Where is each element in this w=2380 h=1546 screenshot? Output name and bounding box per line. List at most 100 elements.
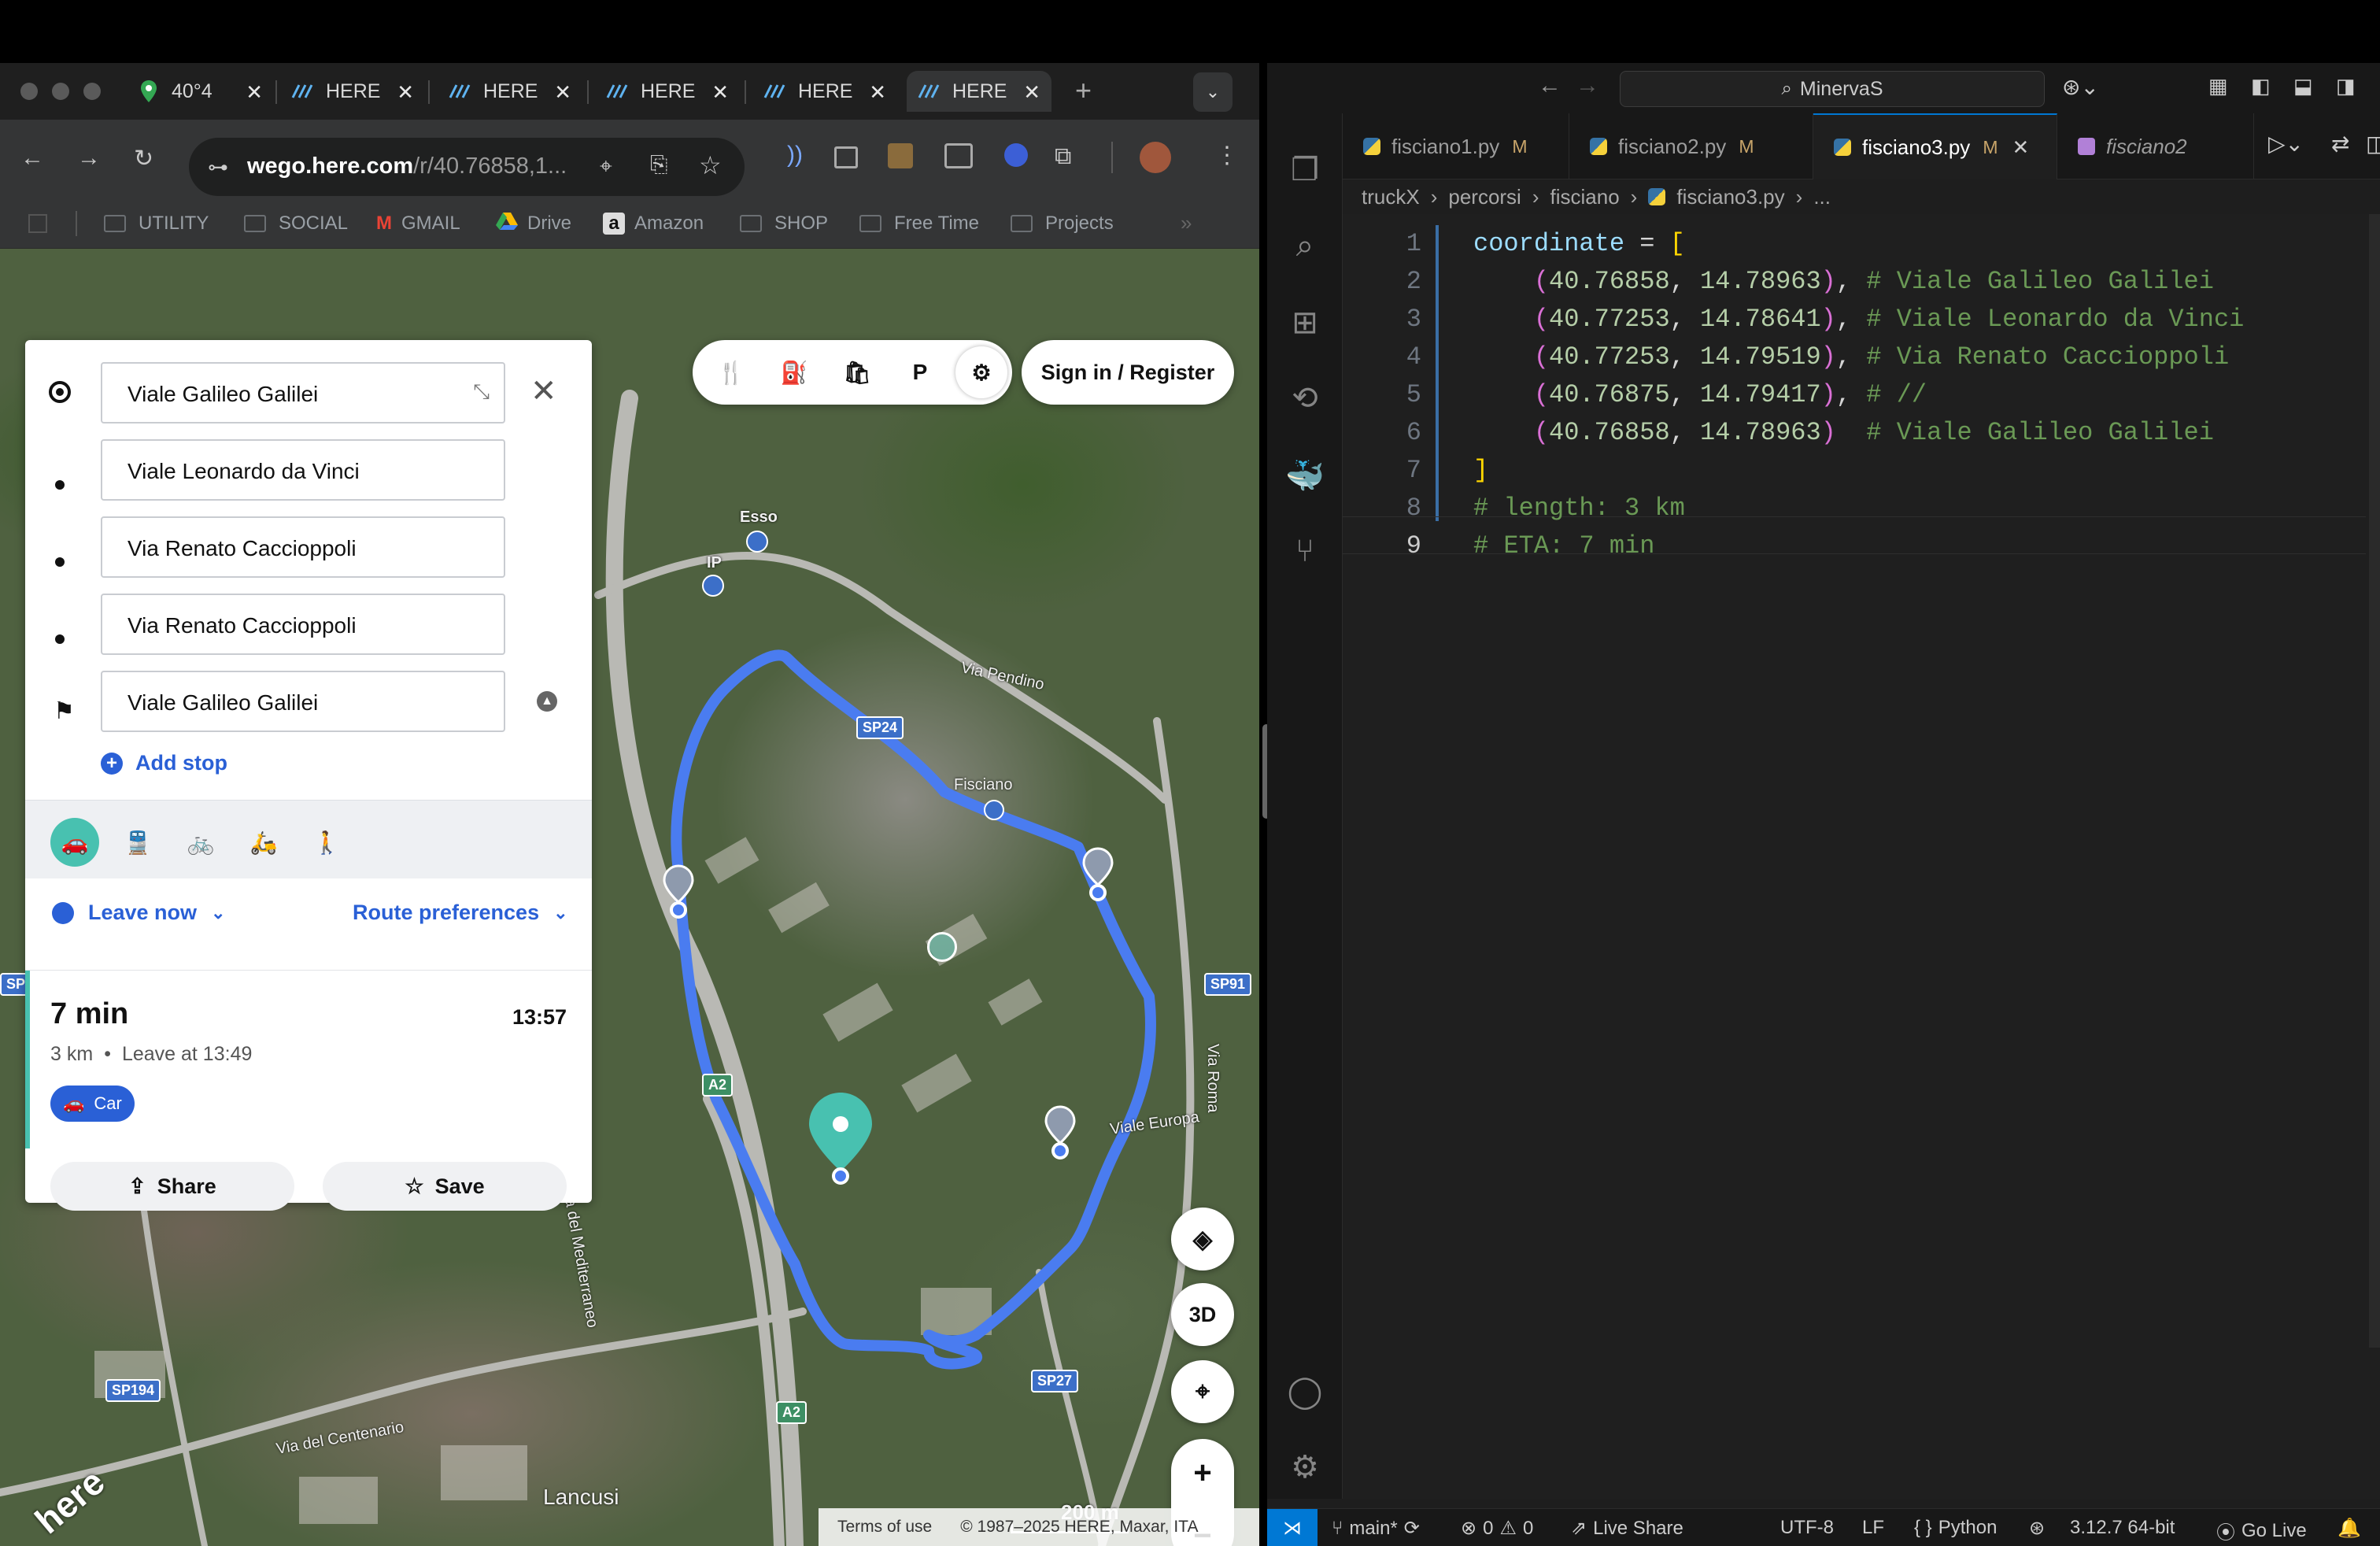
tab-here-3[interactable]: HERE ✕ [595,71,740,112]
search-icon[interactable]: ⌕ [1267,208,1343,283]
breadcrumb-item[interactable]: percorsi [1448,185,1521,209]
tab-maps[interactable]: 40°4 ✕ [126,71,274,112]
avatar[interactable] [1140,142,1171,173]
tab-here-1[interactable]: HERE ✕ [280,71,425,112]
bus-stop-icon[interactable] [984,800,1004,820]
locate-me-icon[interactable]: ⌖ [1171,1360,1234,1423]
close-tab-icon[interactable]: ✕ [869,80,886,105]
3d-toggle-button[interactable]: 3D [1171,1283,1234,1346]
bookmark-folder-social[interactable]: SOCIAL [244,209,348,238]
python-interpreter[interactable]: 3.12.7 64-bit [2070,1517,2175,1539]
explorer-files-icon[interactable]: ❐ [1267,132,1343,208]
shopping-bag-icon[interactable]: 🛍 [839,354,875,390]
reading-list-icon[interactable] [834,146,858,168]
destination-input[interactable]: Viale Galileo Galilei [101,671,505,732]
layers-icon[interactable]: ◈ [1171,1208,1234,1270]
code-line[interactable]: 9 # ETA: 7 min [1343,527,2380,565]
source-control-icon[interactable]: ⑂ [1267,513,1343,589]
code-line[interactable]: 7] [1343,452,2380,490]
scooter-mode-icon[interactable]: 🛵 [239,818,288,867]
bookmark-star-icon[interactable]: ☆ [699,150,722,180]
bookmark-folder-projects[interactable]: Projects [1011,209,1114,238]
code-line[interactable]: 5 (40.76875, 14.79417), # // [1343,376,2380,414]
window-close-button[interactable] [20,83,38,100]
sign-in-button[interactable]: Sign in / Register [1022,340,1234,405]
extension-wave-icon[interactable]: )) [787,142,803,168]
bookmark-folder-free-time[interactable]: Free Time [859,209,979,238]
close-tab-icon[interactable]: ✕ [2012,135,2029,160]
transit-mode-icon[interactable]: 🚆 [113,818,162,867]
add-stop-button[interactable]: + Add stop [101,751,227,775]
remote-explorer-icon[interactable]: ⟲ [1267,361,1343,436]
walk-mode-icon[interactable]: 🚶 [302,818,351,867]
stop-input[interactable]: Viale Leonardo da Vinci [101,439,505,501]
parking-icon[interactable]: P [902,354,938,390]
tab-fisciano1[interactable]: fisciano1.py M [1343,113,1569,179]
code-line[interactable]: 6 (40.76858, 14.78963) # Viale Galileo G… [1343,414,2380,452]
compare-changes-icon[interactable]: ⇄ [2331,131,2349,157]
close-tab-icon[interactable]: ✕ [397,80,414,105]
go-live-button[interactable]: ⦿ Go Live [2216,1517,2307,1544]
back-arrow-icon[interactable]: ← [1538,72,1561,99]
current-location-icon[interactable] [927,932,957,962]
site-info-icon[interactable]: ⊶ [208,155,228,179]
bookmark-folder-utility[interactable]: UTILITY [104,209,209,238]
fuel-icon[interactable]: ⛽ [776,354,812,390]
code-line[interactable]: 8 # length: 3 km [1343,490,2380,527]
bookmark-drive[interactable]: Drive [496,209,571,238]
leave-now-dropdown[interactable]: Leave now ⌄ [52,901,225,925]
extension-badge-icon[interactable] [1004,143,1028,167]
breadcrumb-item[interactable]: fisciano [1550,185,1620,209]
toggle-secondary-sidebar-icon[interactable]: ◨ [2336,74,2356,98]
breadcrumb-item[interactable]: truckX [1362,185,1420,209]
back-arrow-icon[interactable]: ← [20,145,44,172]
zoom-in-button[interactable]: + [1171,1445,1234,1500]
fuel-station-icon[interactable] [702,575,724,597]
settings-gear-icon[interactable]: ⚙ [955,346,1007,398]
extensions-puzzle-icon[interactable]: ⧉ [1055,143,1071,170]
tab-here-2[interactable]: HERE ✕ [438,71,582,112]
docker-icon[interactable]: 🐳 [1267,438,1343,513]
command-center-search[interactable]: ⌕ MinervaS [1620,71,2045,107]
window-minimize-button[interactable] [52,83,69,100]
copilot-icon[interactable]: ⊛⌄ [2062,74,2099,100]
car-mode-icon[interactable]: 🚗 [50,818,99,867]
encoding-indicator[interactable]: UTF-8 [1780,1517,1834,1539]
destination-marker[interactable] [808,1091,874,1189]
breadcrumb-item[interactable]: ... [1813,185,1831,209]
extensions-icon[interactable]: ⊞ [1267,285,1343,361]
toggle-panel-icon[interactable]: ⬓ [2293,74,2313,98]
close-tab-icon[interactable]: ✕ [554,80,571,105]
tab-fisciano3[interactable]: fisciano3.py M ✕ [1813,113,2057,179]
origin-input[interactable]: Viale Galileo Galilei ⤡ [101,362,505,423]
close-tab-icon[interactable]: ✕ [1023,80,1040,105]
url-text[interactable]: wego.here.com/r/40.76858,1... [247,153,567,179]
branch-indicator[interactable]: ⑂ main* ⟳ [1332,1517,1420,1540]
more-menu-icon[interactable]: ⋮ [1215,142,1239,169]
extension-window-icon[interactable] [944,143,973,168]
notifications-bell-icon[interactable]: 🔔 [2338,1517,2361,1540]
remote-indicator-icon[interactable]: ⋊ [1267,1509,1318,1546]
forward-arrow-icon[interactable]: → [77,145,101,172]
restaurant-icon[interactable]: 🍴 [713,354,749,390]
problems-indicator[interactable]: ⊗ 0 ⚠ 0 [1461,1517,1533,1540]
apps-grid-icon[interactable] [28,214,47,233]
map-canvas[interactable]: Esso IP SP24 Via Pendino Fisciano SP91 S… [0,249,1259,1546]
route-preferences-dropdown[interactable]: Route preferences ⌄ [353,901,568,925]
code-line[interactable]: 4 (40.77253, 14.79519), # Via Renato Cac… [1343,338,2380,376]
waypoint-marker[interactable] [663,864,694,923]
stop-input[interactable]: Via Renato Caccioppoli [101,594,505,655]
live-share-button[interactable]: ⇗ Live Share [1571,1517,1683,1540]
reload-icon[interactable]: ↻ [134,145,153,172]
cast-install-icon[interactable]: ⎘ [650,152,667,178]
bookmarks-overflow-icon[interactable]: » [1181,211,1192,235]
terms-of-use-link[interactable]: Terms of use [837,1518,932,1537]
close-tab-icon[interactable]: ✕ [711,80,729,105]
accounts-icon[interactable]: ◯ [1267,1354,1343,1429]
new-tab-icon[interactable]: + [1075,74,1092,107]
tab-fisciano2-preview[interactable]: fisciano2 [2057,113,2254,179]
swap-compress-icon[interactable]: ⤡ [473,379,490,405]
collapse-up-icon[interactable]: ▲ [537,691,557,712]
code-editor[interactable]: 1 coordinate = [2 (40.76858, 14.78963), #… [1343,214,2380,1499]
language-mode[interactable]: { } Python [1914,1517,1997,1539]
